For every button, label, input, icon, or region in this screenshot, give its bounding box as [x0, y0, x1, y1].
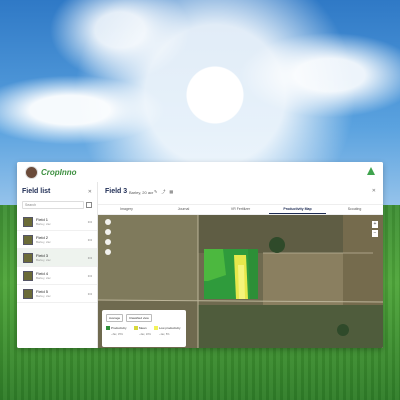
- field-subtitle: Barley, 20 acr: [129, 190, 154, 195]
- logo: CropInno: [25, 166, 77, 179]
- close-icon[interactable]: ✕: [372, 188, 376, 194]
- field-thumbnail: [23, 216, 33, 227]
- field-list: Field 1 Barley, 2ac ••• Field 2 Barley, …: [17, 213, 97, 303]
- legend-item-productivity: Productivity: [106, 326, 127, 331]
- legend-swatch: [106, 326, 110, 331]
- tab-vr-fertilizer[interactable]: VR Fertilizer: [212, 205, 269, 214]
- classified-view-pill[interactable]: Classified view: [126, 314, 152, 322]
- sidebar: Field list ✕ Search Field 1 Barley, 2ac …: [17, 182, 98, 348]
- zoom-out-button[interactable]: −: [372, 230, 378, 237]
- productivity-zones: [204, 249, 258, 299]
- search-input[interactable]: Search: [22, 201, 84, 209]
- field-crop: Barley, 2ac: [36, 258, 51, 262]
- tab-scouting[interactable]: Scouting: [326, 205, 383, 214]
- list-item[interactable]: Field 2 Barley, 2ac •••: [17, 231, 97, 249]
- close-icon[interactable]: ✕: [88, 189, 92, 195]
- app-window: CropInno Field list ✕ Search Field 1 Bar…: [17, 162, 383, 348]
- field-thumbnail: [23, 252, 33, 263]
- more-icon[interactable]: •••: [88, 291, 92, 296]
- field-thumbnail: [23, 270, 33, 281]
- zoom-in-button[interactable]: +: [372, 221, 378, 228]
- legend-swatch: [134, 326, 138, 331]
- legend-note: ~1ac, 5%: [159, 333, 170, 336]
- legend-item-mean: Mean: [134, 326, 147, 331]
- tab-journal[interactable]: Journal: [155, 205, 212, 214]
- top-bar: CropInno: [17, 162, 383, 183]
- field-crop: Barley, 2ac: [36, 276, 51, 280]
- list-item[interactable]: Field 5 Barley, 2ac •••: [17, 285, 97, 303]
- field-crop: Barley, 2ac: [36, 294, 51, 298]
- field-thumbnail: [23, 234, 33, 245]
- ruler-icon[interactable]: [105, 229, 111, 235]
- tab-productivity-map[interactable]: Productivity Map: [269, 205, 326, 214]
- legend-panel: Average Classified view Productivity Mea…: [102, 310, 186, 347]
- legend-label: Low productivity: [159, 326, 181, 330]
- legend-label: Productivity: [111, 326, 127, 330]
- page-title: Field 3: [105, 188, 128, 195]
- more-icon[interactable]: •••: [88, 273, 92, 278]
- list-item[interactable]: Field 1 Barley, 2ac •••: [17, 213, 97, 231]
- header-actions: ✎⤴▦: [154, 189, 177, 195]
- more-icon[interactable]: •••: [88, 219, 92, 224]
- more-icon[interactable]: •••: [88, 255, 92, 260]
- list-item-selected[interactable]: Field 3 Barley, 2ac •••: [17, 249, 97, 267]
- field-crop: Barley, 2ac: [36, 240, 51, 244]
- calendar-icon[interactable]: ▦: [169, 189, 177, 194]
- legend-note: ~3ac, 15%: [111, 333, 123, 336]
- location-icon[interactable]: [105, 239, 111, 245]
- brand-name: CropInno: [41, 168, 77, 177]
- tree-icon[interactable]: [367, 167, 375, 175]
- tab-bar: Imagery Journal VR Fertilizer Productivi…: [98, 204, 383, 215]
- filter-icon[interactable]: [86, 202, 92, 208]
- tab-imagery[interactable]: Imagery: [98, 205, 155, 214]
- field-crop: Barley, 2ac: [36, 222, 51, 226]
- main-panel: Field 3 Barley, 20 acr ✎⤴▦ ✕ Imagery Jou…: [98, 182, 383, 348]
- legend-label: Mean: [139, 326, 147, 330]
- compare-icon[interactable]: [105, 249, 111, 255]
- sidebar-title: Field list: [22, 188, 51, 195]
- average-pill[interactable]: Average: [106, 314, 124, 322]
- legend-swatch: [154, 326, 158, 331]
- legend-item-low: Low productivity: [154, 326, 181, 331]
- satellite-map[interactable]: + − Average Classified view Productivity…: [98, 215, 383, 348]
- avatar[interactable]: [25, 166, 38, 179]
- field-thumbnail: [23, 288, 33, 299]
- layers-icon[interactable]: [105, 219, 111, 225]
- legend-note: ~4ac, 20%: [139, 333, 151, 336]
- list-item[interactable]: Field 4 Barley, 2ac •••: [17, 267, 97, 285]
- more-icon[interactable]: •••: [88, 237, 92, 242]
